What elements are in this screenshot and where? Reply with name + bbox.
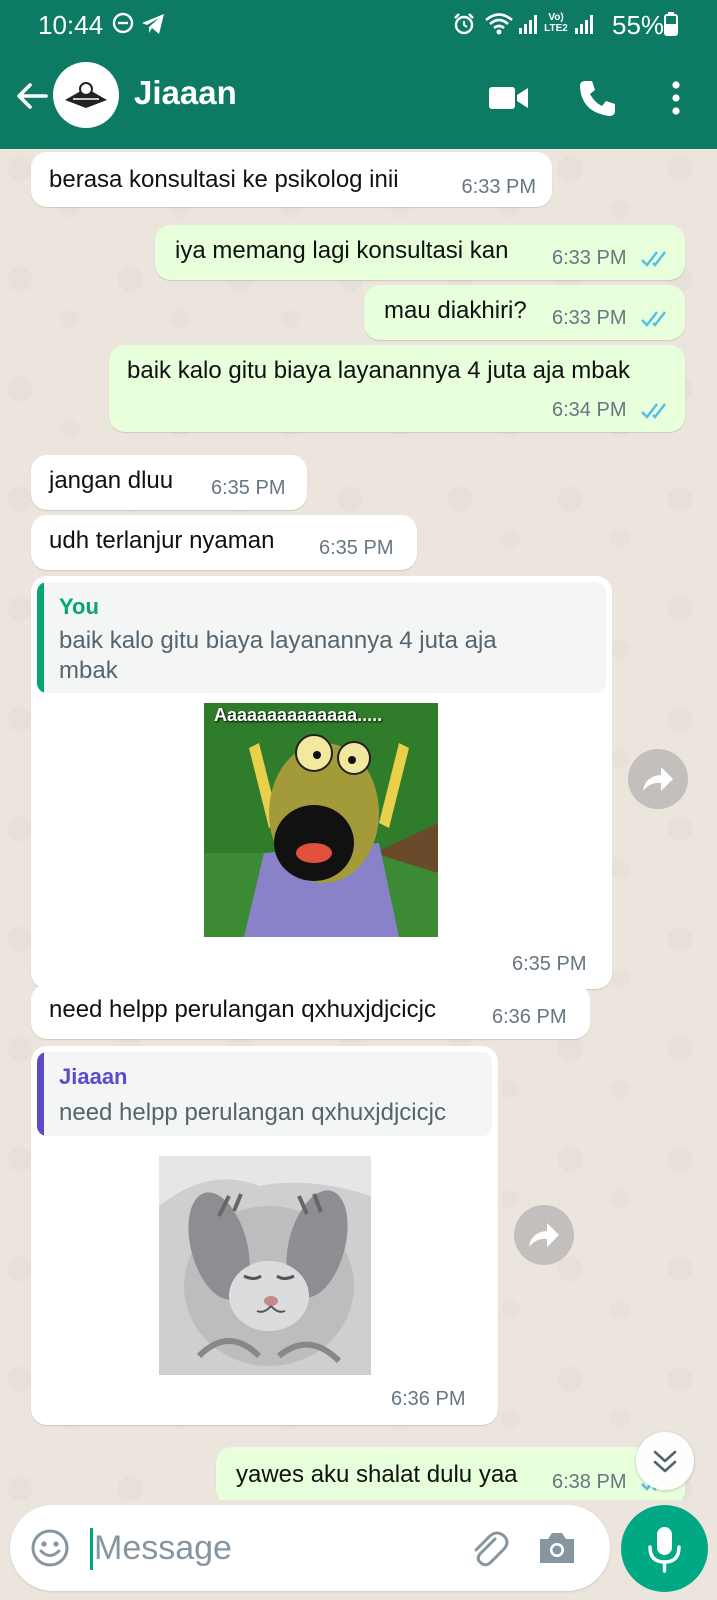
alarm-icon <box>454 13 474 35</box>
battery-percent: 55% <box>612 10 665 40</box>
message-composer <box>10 1505 610 1591</box>
message-incoming[interactable]: need helpp perulangan qxhuxjdjcicjc 6:36… <box>31 984 590 1039</box>
message-outgoing[interactable]: baik kalo gitu biaya layanannya 4 juta a… <box>109 345 685 432</box>
kitten-image[interactable] <box>159 1156 371 1375</box>
quoted-author: You <box>59 594 99 619</box>
scroll-to-bottom-button[interactable] <box>636 1432 694 1490</box>
quoted-text: need helpp perulangan qxhuxjdjcicjc <box>59 1098 446 1128</box>
message-input[interactable] <box>94 1523 434 1573</box>
signal-2-icon <box>575 15 593 34</box>
emoji-icon[interactable] <box>27 1525 73 1571</box>
signal-1-icon <box>519 15 537 34</box>
forward-arrow-icon <box>529 1223 559 1247</box>
message-incoming[interactable]: udh terlanjur nyaman 6:35 PM <box>31 515 417 570</box>
message-incoming[interactable]: berasa konsultasi ke psikolog inii 6:33 … <box>31 152 552 207</box>
message-time: 6:38 PM <box>552 1471 627 1493</box>
message-time: 6:35 PM <box>512 953 587 975</box>
quoted-message[interactable]: You baik kalo gitu biaya layanannya 4 ju… <box>37 582 606 693</box>
message-time: 6:35 PM <box>211 477 286 499</box>
crying-kitten-image <box>159 1156 371 1375</box>
status-bar: 10:44 Vo) LTE2 55% <box>0 0 717 50</box>
arrow-left-icon[interactable] <box>12 76 52 116</box>
quoted-text-line: mbak <box>59 657 118 684</box>
message-time: 6:33 PM <box>461 176 536 198</box>
message-incoming[interactable]: jangan dluu 6:35 PM <box>31 455 307 510</box>
message-time: 6:33 PM <box>552 307 627 329</box>
message-time: 6:35 PM <box>319 537 394 559</box>
more-vertical-icon[interactable] <box>654 76 698 120</box>
quoted-message[interactable]: Jiaaan need helpp perulangan qxhuxjdjcic… <box>37 1052 492 1136</box>
message-text: iya memang lagi konsultasi kan <box>175 237 509 264</box>
message-outgoing[interactable]: yawes aku shalat dulu yaa 6:38 PM <box>216 1447 685 1500</box>
read-ticks-icon <box>641 311 666 327</box>
quoted-text-line: need helpp perulangan qxhuxjdjcicjc <box>59 1099 446 1126</box>
message-incoming-image[interactable]: Jiaaan need helpp perulangan qxhuxjdjcic… <box>31 1046 498 1425</box>
read-ticks-icon <box>641 251 666 267</box>
message-outgoing[interactable]: iya memang lagi konsultasi kan 6:33 PM <box>155 225 685 280</box>
phone-icon[interactable] <box>575 76 619 120</box>
chevrons-down-icon <box>653 1450 677 1473</box>
read-ticks-icon <box>641 403 666 419</box>
forward-button[interactable] <box>514 1205 574 1265</box>
message-text: mau diakhiri? <box>384 297 527 324</box>
message-time: 6:34 PM <box>552 399 627 421</box>
network-label: Vo) LTE2 <box>544 12 568 34</box>
meme-caption: Aaaaaaaaaaaaaa..... <box>214 705 383 725</box>
avatar[interactable] <box>53 62 119 128</box>
quoted-text: baik kalo gitu biaya layanannya 4 juta a… <box>59 626 497 686</box>
telegram-icon <box>142 14 164 34</box>
message-time: 6:36 PM <box>391 1388 466 1410</box>
status-time: 10:44 <box>38 10 104 40</box>
wifi-icon <box>485 13 513 35</box>
contact-name[interactable]: Jiaaan <box>134 74 237 112</box>
quoted-author: Jiaaan <box>59 1064 128 1089</box>
message-text: yawes aku shalat dulu yaa <box>236 1461 518 1488</box>
chat-area[interactable]: berasa konsultasi ke psikolog inii 6:33 … <box>0 149 717 1500</box>
dnd-icon <box>112 12 134 34</box>
message-text: udh terlanjur nyaman <box>49 527 275 554</box>
screaming-fish-image <box>204 703 438 937</box>
message-text: baik kalo gitu biaya layanannya 4 juta a… <box>127 357 630 384</box>
message-outgoing[interactable]: mau diakhiri? 6:33 PM <box>364 285 685 340</box>
microphone-icon <box>648 1527 681 1573</box>
paperclip-icon[interactable] <box>465 1525 511 1571</box>
message-incoming-image[interactable]: You baik kalo gitu biaya layanannya 4 ju… <box>31 576 612 989</box>
message-text: jangan dluu <box>49 467 174 494</box>
message-text: need helpp perulangan qxhuxjdjcicjc <box>49 996 436 1023</box>
chat-header: Jiaaan <box>0 50 717 149</box>
quoted-text-line: baik kalo gitu biaya layanannya 4 juta a… <box>59 627 497 654</box>
forward-button[interactable] <box>628 749 688 809</box>
video-camera-icon[interactable] <box>487 76 531 120</box>
forward-arrow-icon <box>643 767 673 791</box>
message-time: 6:33 PM <box>552 247 627 269</box>
message-time: 6:36 PM <box>492 1006 567 1028</box>
camera-icon[interactable] <box>534 1525 580 1571</box>
voice-message-button[interactable] <box>621 1505 708 1592</box>
meme-image[interactable]: Aaaaaaaaaaaaaa..... <box>204 703 438 937</box>
message-text: berasa konsultasi ke psikolog inii <box>49 166 399 193</box>
text-cursor <box>90 1528 93 1570</box>
battery-icon <box>664 12 678 36</box>
